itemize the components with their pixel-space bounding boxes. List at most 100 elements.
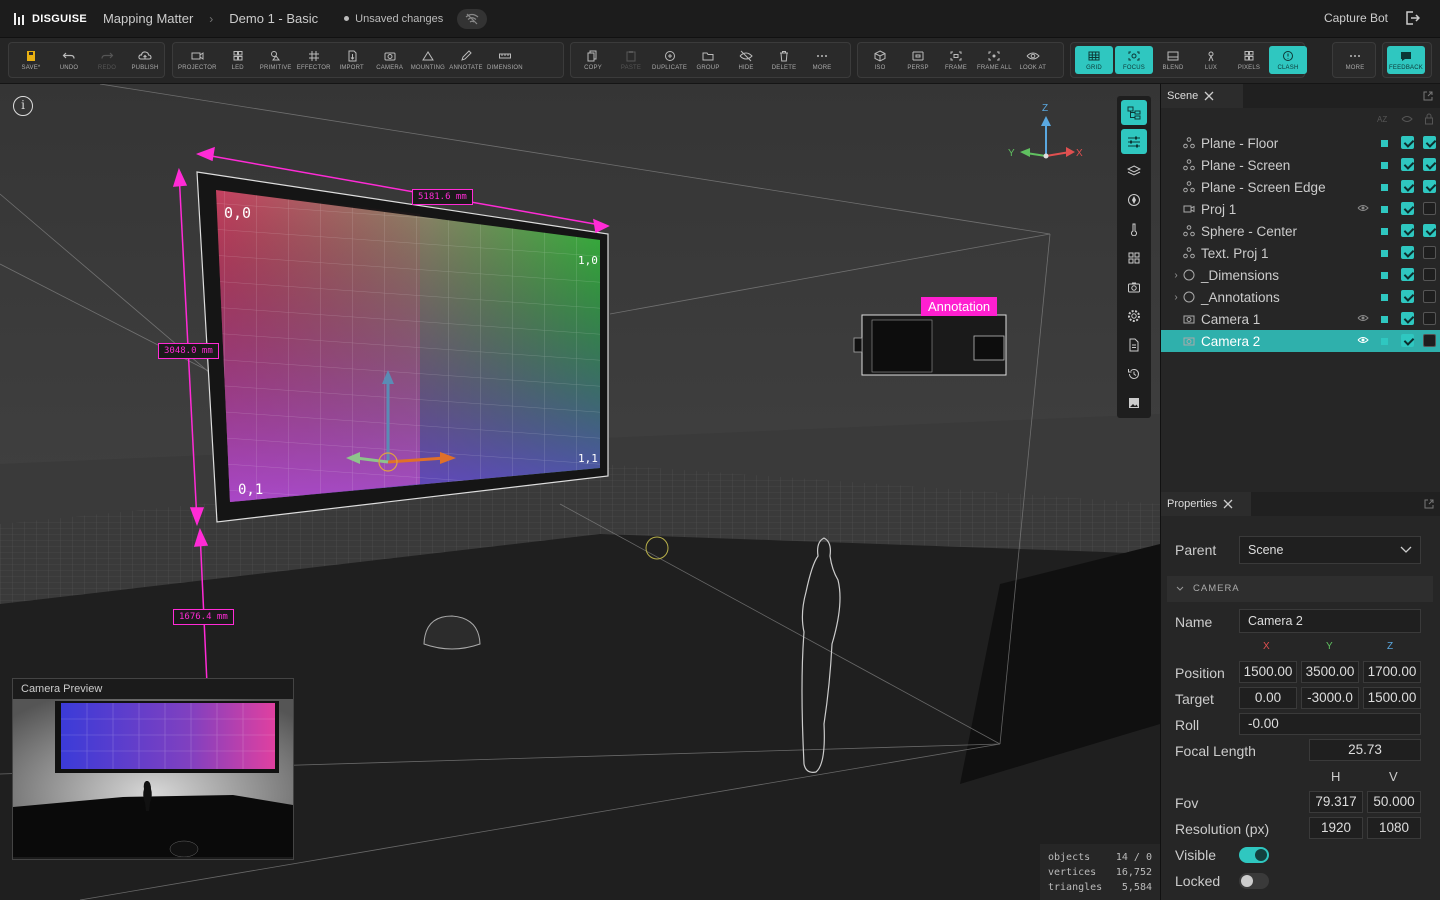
dimension-button[interactable]: DIMENSION xyxy=(485,43,525,77)
pixels-toggle[interactable]: PIXELS xyxy=(1230,43,1268,77)
scene-tree-item[interactable]: Plane - Floor xyxy=(1161,132,1440,154)
camera-preview-panel[interactable]: Camera Preview xyxy=(12,678,294,860)
hide-button[interactable]: HIDE xyxy=(727,43,765,77)
paste-button[interactable]: PASTE xyxy=(612,43,650,77)
grid-panel-button[interactable] xyxy=(1121,245,1147,270)
chevron-right-icon[interactable]: › xyxy=(1169,270,1183,281)
visible-toggle[interactable] xyxy=(1239,847,1269,863)
lock-checkbox[interactable] xyxy=(1423,158,1436,171)
name-input[interactable]: Camera 2 xyxy=(1239,609,1421,633)
lock-checkbox[interactable] xyxy=(1423,268,1436,281)
feedback-button[interactable]: FEEDBACK xyxy=(1387,46,1425,74)
chevron-right-icon[interactable]: › xyxy=(1169,292,1183,303)
lux-toggle[interactable]: LUX xyxy=(1192,43,1230,77)
close-icon[interactable] xyxy=(1223,499,1233,509)
lighting-button[interactable] xyxy=(1121,216,1147,241)
properties-tab[interactable]: Properties xyxy=(1161,492,1251,516)
hierarchy-panel-button[interactable] xyxy=(1121,100,1147,125)
annotation-label[interactable]: Annotation xyxy=(921,297,998,316)
fov-h-input[interactable]: 79.317 xyxy=(1309,791,1363,813)
visibility-checkbox[interactable] xyxy=(1401,202,1414,215)
app-logo[interactable]: DISGUISE xyxy=(14,12,87,25)
scene-tab[interactable]: Scene xyxy=(1161,84,1243,108)
dimension-elevation-label[interactable]: 1676.4 mm xyxy=(173,609,234,625)
more-button[interactable]: MORE xyxy=(1336,43,1374,77)
copy-button[interactable]: COPY xyxy=(574,43,612,77)
dimension-height-label[interactable]: 3048.0 mm xyxy=(158,343,219,359)
fov-v-input[interactable]: 50.000 xyxy=(1367,791,1421,813)
effector-button[interactable]: EFFECTOR xyxy=(295,43,333,77)
lock-checkbox[interactable] xyxy=(1423,224,1436,237)
eye-icon[interactable] xyxy=(1357,203,1369,213)
connection-status[interactable] xyxy=(457,8,488,29)
persp-button[interactable]: PERSP xyxy=(899,43,937,77)
properties-panel-button[interactable] xyxy=(1121,129,1147,154)
undo-button[interactable]: UNDO xyxy=(50,43,88,77)
position-z-input[interactable]: 1700.00 xyxy=(1363,661,1421,683)
target-z-input[interactable]: 1500.00 xyxy=(1363,687,1421,709)
breadcrumb-project[interactable]: Mapping Matter xyxy=(103,11,193,26)
save-button[interactable]: SAVE* xyxy=(12,43,50,77)
redo-button[interactable]: REDO xyxy=(88,43,126,77)
visibility-checkbox[interactable] xyxy=(1401,290,1414,303)
scene-tree-item[interactable]: Proj 1 xyxy=(1161,198,1440,220)
lock-checkbox[interactable] xyxy=(1423,290,1436,303)
scene-tree-item[interactable]: Camera 2 xyxy=(1161,330,1440,352)
logout-button[interactable] xyxy=(1404,10,1421,31)
lock-checkbox[interactable] xyxy=(1423,202,1436,215)
nav-button[interactable] xyxy=(1121,187,1147,212)
scene-tree-item[interactable]: Plane - Screen xyxy=(1161,154,1440,176)
iso-button[interactable]: ISO xyxy=(861,43,899,77)
visibility-checkbox[interactable] xyxy=(1401,334,1414,347)
camera-section-header[interactable]: CAMERA xyxy=(1167,576,1433,602)
visibility-checkbox[interactable] xyxy=(1401,180,1414,193)
3d-viewport[interactable]: 0,0 1,0 0,1 1,1 Z Y X i 5181.6 mm 3048.0… xyxy=(0,84,1160,900)
scene-tree-item[interactable]: Camera 1 xyxy=(1161,308,1440,330)
scene-tree-item[interactable]: Sphere - Center xyxy=(1161,220,1440,242)
focal-length-input[interactable]: 25.73 xyxy=(1309,739,1421,761)
lock-checkbox[interactable] xyxy=(1423,246,1436,259)
camera-panel-button[interactable] xyxy=(1121,274,1147,299)
close-icon[interactable] xyxy=(1204,91,1214,101)
resolution-height-input[interactable]: 1080 xyxy=(1367,817,1421,839)
blend-toggle[interactable]: BLEND xyxy=(1154,43,1192,77)
roll-input[interactable]: -0.00 xyxy=(1239,713,1421,735)
lock-checkbox[interactable] xyxy=(1423,312,1436,325)
popout-icon[interactable] xyxy=(1423,498,1435,510)
layers-button[interactable] xyxy=(1121,158,1147,183)
info-icon[interactable]: i xyxy=(13,96,33,116)
resolution-width-input[interactable]: 1920 xyxy=(1309,817,1363,839)
group-button[interactable]: GROUP xyxy=(689,43,727,77)
position-y-input[interactable]: 3500.00 xyxy=(1301,661,1359,683)
scene-tree-item[interactable]: › _Annotations xyxy=(1161,286,1440,308)
delete-button[interactable]: DELETE xyxy=(765,43,803,77)
mounting-button[interactable]: MOUNTING xyxy=(409,43,447,77)
popout-icon[interactable] xyxy=(1422,90,1434,102)
lock-checkbox[interactable] xyxy=(1423,334,1436,347)
visibility-checkbox[interactable] xyxy=(1401,268,1414,281)
settings-button[interactable] xyxy=(1121,303,1147,328)
eye-icon[interactable] xyxy=(1357,313,1369,323)
projector-button[interactable]: PROJECTOR xyxy=(176,43,219,77)
image-button[interactable] xyxy=(1121,390,1147,415)
target-x-input[interactable]: 0.00 xyxy=(1239,687,1297,709)
document-button[interactable] xyxy=(1121,332,1147,357)
grid-toggle[interactable]: GRID xyxy=(1075,46,1113,74)
target-y-input[interactable]: -3000.0 xyxy=(1301,687,1359,709)
clash-toggle[interactable]: CLASH xyxy=(1269,46,1307,74)
focus-toggle[interactable]: FOCUS xyxy=(1115,46,1153,74)
sort-az-button[interactable]: AZ xyxy=(1377,115,1387,124)
led-button[interactable]: LED xyxy=(219,43,257,77)
lock-checkbox[interactable] xyxy=(1423,180,1436,193)
visibility-checkbox[interactable] xyxy=(1401,246,1414,259)
camera-button[interactable]: CAMERA xyxy=(371,43,409,77)
lock-checkbox[interactable] xyxy=(1423,136,1436,149)
visibility-checkbox[interactable] xyxy=(1401,136,1414,149)
history-button[interactable] xyxy=(1121,361,1147,386)
visibility-checkbox[interactable] xyxy=(1401,158,1414,171)
breadcrumb-scene[interactable]: Demo 1 - Basic xyxy=(229,11,318,26)
dimension-width-label[interactable]: 5181.6 mm xyxy=(412,189,473,205)
eye-icon[interactable] xyxy=(1357,335,1369,345)
visibility-checkbox[interactable] xyxy=(1401,312,1414,325)
scene-tree-item[interactable]: Text. Proj 1 xyxy=(1161,242,1440,264)
